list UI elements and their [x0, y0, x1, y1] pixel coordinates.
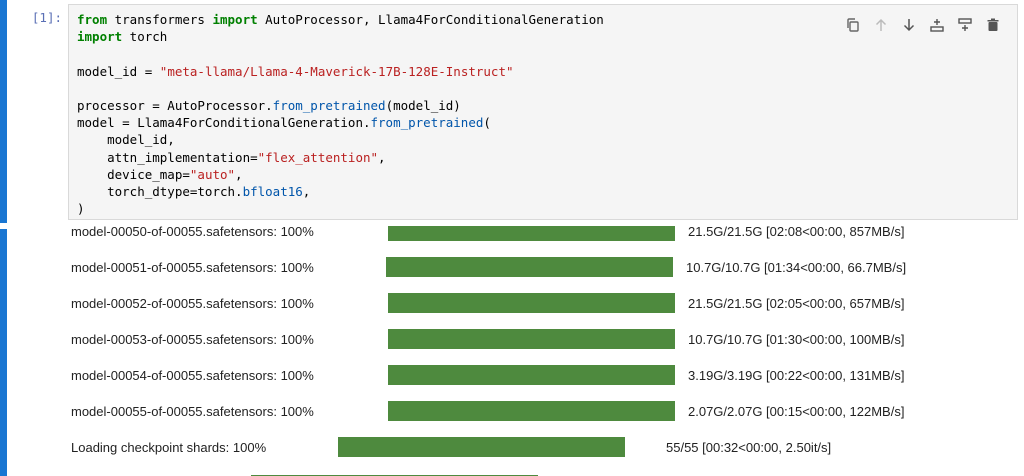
cell-selection-bar: [0, 0, 7, 223]
code-text[interactable]: from transformers import AutoProcessor, …: [77, 11, 604, 217]
code-token: ,: [378, 149, 386, 165]
cell-toolbar: [843, 15, 1003, 35]
move-up-button[interactable]: [871, 15, 891, 35]
progress-stats: 2.07G/2.07G [00:15<00:00, 122MB/s]: [688, 404, 905, 419]
delete-icon: [987, 18, 999, 31]
code-line: processor = AutoProcessor.from_pretraine…: [77, 97, 604, 114]
code-token: import: [212, 12, 258, 27]
execution-prompt: [1]:: [31, 10, 62, 25]
code-token: (model_id): [385, 97, 461, 113]
progress-bar: [386, 257, 673, 277]
insert-below-icon: [958, 18, 972, 31]
progress-label: model-00052-of-00055.safetensors: 100%: [71, 296, 314, 311]
progress-fill: [338, 437, 625, 457]
code-token: device_map=: [77, 166, 190, 182]
progress-label: model-00051-of-00055.safetensors: 100%: [71, 260, 314, 275]
progress-stats: 21.5G/21.5G [02:05<00:00, 657MB/s]: [688, 296, 905, 311]
progress-bar: [388, 329, 675, 349]
code-token: model = Llama4ForConditionalGeneration.: [77, 115, 371, 131]
code-token: ,: [302, 183, 311, 199]
code-cell[interactable]: [1]: from transformers import AutoProces…: [0, 0, 1024, 226]
code-token: ): [77, 201, 85, 217]
code-token: from_pretrained: [272, 97, 386, 113]
cell-output: model-00050-of-00055.safetensors: 100% 21…: [14, 226, 1024, 476]
progress-label: model-00050-of-00055.safetensors: 100%: [71, 226, 314, 239]
code-line: import torch: [77, 28, 604, 45]
code-token: from_pretrained: [370, 115, 484, 131]
code-token: "meta-llama/Llama-4-Maverick-17B-128E-In…: [159, 63, 514, 79]
code-token: ,: [235, 166, 243, 182]
move-down-button[interactable]: [899, 15, 919, 35]
progress-stats: 10.7G/10.7G [01:30<00:00, 100MB/s]: [688, 332, 905, 347]
code-line: model_id,: [77, 131, 604, 148]
progress-fill: [388, 226, 675, 241]
code-token: processor = AutoProcessor.: [77, 97, 273, 113]
progress-bar: [388, 293, 675, 313]
code-line: device_map="auto",: [77, 166, 604, 183]
code-line: torch_dtype=torch.bfloat16,: [77, 183, 604, 200]
code-token: transformers: [107, 12, 213, 27]
progress-stats: 55/55 [00:32<00:00, 2.50it/s]: [666, 440, 832, 455]
code-token: import: [77, 29, 123, 45]
progress-fill: [388, 365, 675, 385]
progress-fill: [388, 329, 675, 349]
code-line: ): [77, 200, 604, 217]
move-down-icon: [903, 19, 915, 32]
code-line: model_id = "meta-llama/Llama-4-Maverick-…: [77, 63, 604, 80]
code-token: AutoProcessor, Llama4ForConditionalGener…: [257, 12, 604, 27]
progress-fill: [386, 257, 673, 277]
duplicate-icon: [847, 18, 859, 32]
code-token: model_id,: [77, 132, 175, 148]
insert-above-icon: [930, 19, 944, 32]
insert-below-button[interactable]: [955, 15, 975, 35]
output-selection-bar: [0, 229, 7, 476]
code-line: attn_implementation="flex_attention",: [77, 149, 604, 166]
progress-stats: 10.7G/10.7G [01:34<00:00, 66.7MB/s]: [686, 260, 907, 275]
code-editor[interactable]: from transformers import AutoProcessor, …: [68, 4, 1018, 220]
code-token: bfloat16: [242, 183, 303, 199]
progress-label: model-00053-of-00055.safetensors: 100%: [71, 332, 314, 347]
progress-label: Loading checkpoint shards: 100%: [71, 440, 267, 455]
code-token: attn_implementation=: [77, 149, 258, 165]
duplicate-cell-button[interactable]: [843, 15, 863, 35]
code-token: "auto": [189, 166, 236, 182]
progress-bar: [388, 401, 675, 421]
progress-bar: [388, 365, 675, 385]
code-token: torch: [122, 29, 168, 45]
progress-bar: [388, 226, 675, 241]
progress-stats: 3.19G/3.19G [00:22<00:00, 131MB/s]: [688, 368, 905, 383]
progress-fill: [388, 401, 675, 421]
insert-above-button[interactable]: [927, 15, 947, 35]
code-line: model = Llama4ForConditionalGeneration.f…: [77, 114, 604, 131]
code-token: torch_dtype=torch.: [77, 183, 243, 199]
progress-bar: [338, 437, 625, 457]
code-token: "flex_attention": [257, 149, 379, 165]
delete-cell-button[interactable]: [983, 15, 1003, 35]
code-line: from transformers import AutoProcessor, …: [77, 11, 604, 28]
progress-label: model-00054-of-00055.safetensors: 100%: [71, 368, 314, 383]
move-up-icon: [875, 18, 887, 31]
code-token: (: [483, 115, 491, 131]
progress-stats: 21.5G/21.5G [02:08<00:00, 857MB/s]: [688, 226, 905, 239]
progress-label: model-00055-of-00055.safetensors: 100%: [71, 404, 314, 419]
progress-fill: [388, 293, 675, 313]
code-token: model_id =: [77, 63, 160, 79]
code-token: from: [77, 12, 108, 27]
